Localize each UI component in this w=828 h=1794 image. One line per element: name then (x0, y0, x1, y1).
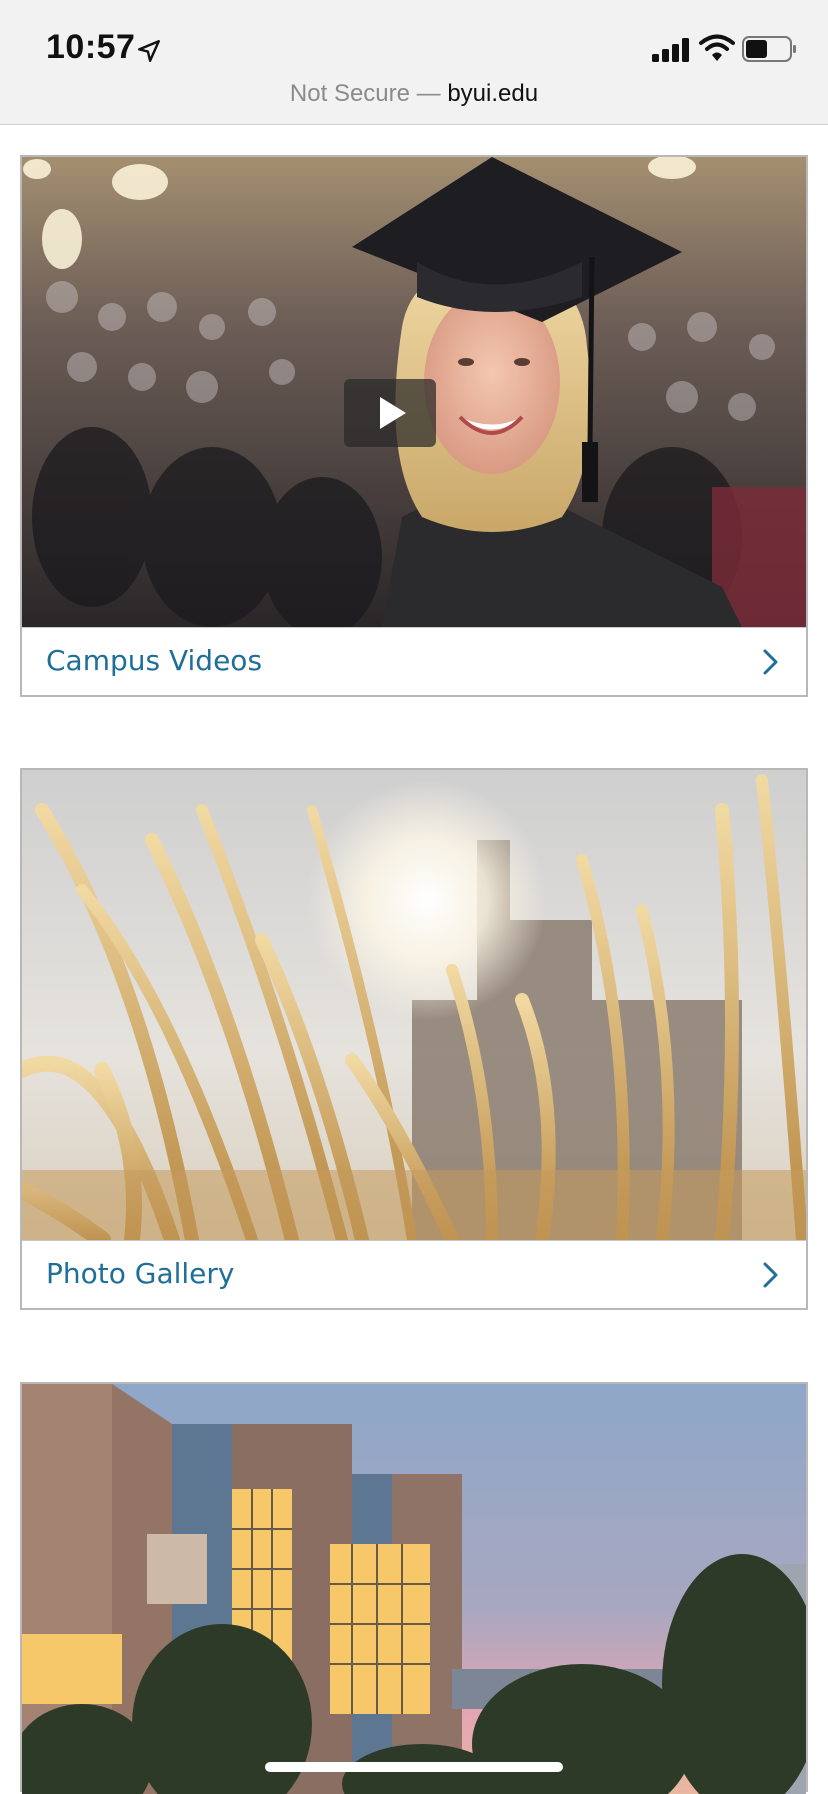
home-indicator[interactable] (265, 1762, 563, 1772)
wheat-photo[interactable] (22, 770, 806, 1240)
campus-videos-label: Campus Videos (46, 644, 263, 677)
status-bar: 10:57 Not Secure — byui.edu (0, 0, 828, 125)
location-arrow-icon (138, 40, 160, 62)
status-time: 10:57 (46, 28, 136, 66)
battery-icon (742, 36, 796, 62)
play-button[interactable] (344, 379, 436, 447)
building-photo[interactable] (22, 1384, 806, 1794)
campus-building-card[interactable] (20, 1382, 808, 1794)
campus-videos-card[interactable]: Campus Videos (20, 155, 808, 697)
chevron-right-icon (763, 649, 778, 675)
campus-videos-link[interactable]: Campus Videos (22, 627, 806, 695)
security-label: Not Secure — (289, 80, 441, 107)
url-domain: byui.edu (447, 80, 539, 107)
building-image (22, 1384, 806, 1794)
photo-gallery-card[interactable]: Photo Gallery (20, 768, 808, 1310)
cellular-signal-icon (652, 38, 689, 62)
chevron-right-icon (763, 1262, 778, 1288)
wheat-image (22, 770, 806, 1240)
photo-gallery-link[interactable]: Photo Gallery (22, 1240, 806, 1308)
graduate-photo[interactable] (22, 157, 806, 627)
photo-gallery-label: Photo Gallery (46, 1257, 235, 1290)
wifi-icon (699, 34, 735, 61)
play-icon (380, 397, 406, 429)
address-bar[interactable]: Not Secure — byui.edu (0, 80, 828, 108)
